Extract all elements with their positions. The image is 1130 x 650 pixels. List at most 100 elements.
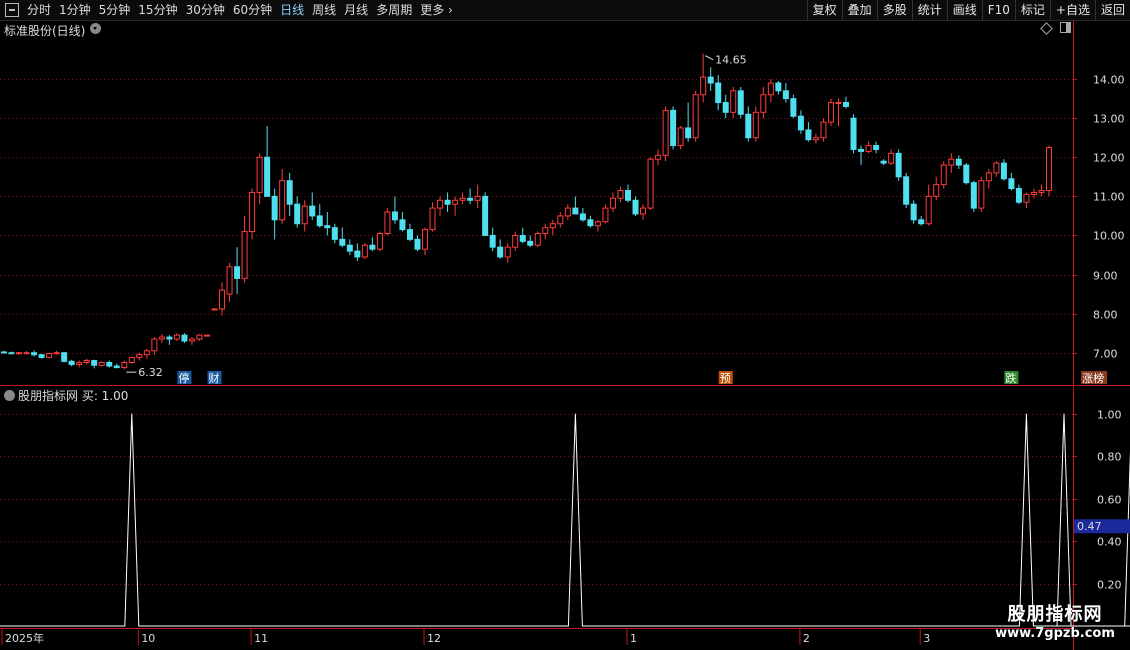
candle <box>339 227 346 248</box>
candle <box>91 359 98 369</box>
candle <box>98 361 105 367</box>
candle <box>617 186 624 203</box>
candle <box>970 180 977 212</box>
candle-body <box>925 195 932 225</box>
candle <box>925 184 932 226</box>
candle <box>933 176 940 201</box>
candle-body <box>865 145 872 152</box>
candle-body <box>632 199 639 215</box>
x-tick-label: 12 <box>427 632 441 645</box>
candle-body <box>670 109 677 147</box>
candle <box>437 196 444 216</box>
candle <box>602 204 609 224</box>
candle-body <box>301 205 308 225</box>
candle <box>587 215 594 228</box>
candle-body <box>106 362 113 367</box>
candle <box>324 212 331 236</box>
candle <box>632 196 639 216</box>
candle-body <box>474 195 481 201</box>
candle <box>166 335 173 345</box>
candle <box>685 102 692 142</box>
candle-body <box>452 199 459 205</box>
candle-body <box>16 352 23 355</box>
candle-body <box>497 246 504 258</box>
candle <box>354 243 361 261</box>
candle-body <box>324 225 331 229</box>
event-marker-label: 跌 <box>1005 371 1016 385</box>
candle <box>241 215 248 283</box>
candle <box>760 86 767 119</box>
candle <box>46 352 53 359</box>
candle-body <box>8 352 15 355</box>
candle-body <box>23 352 30 355</box>
candle <box>76 360 83 368</box>
candle <box>331 223 338 244</box>
candle-body <box>422 229 429 250</box>
candle <box>730 86 737 119</box>
candle <box>346 239 353 255</box>
candle-body <box>76 362 83 365</box>
candle-body <box>294 203 301 225</box>
candle-body <box>775 82 782 92</box>
candle-body <box>429 207 436 231</box>
candle-body <box>188 338 195 342</box>
candle-body <box>234 266 241 279</box>
candle-body <box>647 158 654 209</box>
candle <box>414 235 421 252</box>
candle-body <box>655 154 662 160</box>
candle-body <box>895 152 902 178</box>
y-tick-label: 0.60 <box>1097 494 1122 507</box>
candle-body <box>203 334 210 337</box>
candle <box>249 188 256 240</box>
candle <box>549 219 556 236</box>
event-marker-label: 预 <box>720 372 731 385</box>
candle <box>1046 145 1052 197</box>
candle <box>1015 184 1022 205</box>
candle <box>143 348 150 359</box>
candle <box>963 163 970 185</box>
candle-body <box>286 180 293 205</box>
candle <box>294 196 301 228</box>
candle-body <box>572 207 579 215</box>
candle-body <box>880 160 887 164</box>
candle-body <box>376 233 383 250</box>
candle <box>391 196 398 224</box>
candle-body <box>752 111 759 139</box>
y-tick-label: 0.80 <box>1097 451 1122 464</box>
candle-body <box>482 195 489 236</box>
candle <box>256 153 263 205</box>
candle <box>527 235 534 248</box>
y-tick-label: 1.00 <box>1097 409 1122 422</box>
candle-body <box>1015 188 1022 203</box>
candle <box>512 231 519 252</box>
candle-body <box>617 190 624 199</box>
candle <box>640 204 647 220</box>
candle <box>173 333 180 341</box>
candle <box>211 308 218 311</box>
candle <box>68 359 75 367</box>
candle-body <box>797 115 804 131</box>
candle <box>384 208 391 236</box>
candle-body <box>737 90 744 115</box>
candle-body <box>767 82 774 96</box>
candle <box>812 133 819 144</box>
low-price-label: 6.32 <box>138 366 163 379</box>
candle-body <box>1 351 7 354</box>
candle <box>113 363 120 369</box>
candle-body <box>835 102 842 105</box>
candle-body <box>414 238 421 250</box>
candle <box>38 353 45 359</box>
candle-body <box>256 156 263 193</box>
candle <box>279 169 286 224</box>
candle <box>376 231 383 252</box>
candle-body <box>978 180 985 209</box>
candle-body <box>955 158 962 166</box>
candle-body <box>519 234 526 242</box>
annotation-pointer <box>704 55 714 61</box>
candle <box>286 172 293 216</box>
event-marker-label: 财 <box>209 371 220 385</box>
candle-body <box>444 199 451 205</box>
candle <box>880 159 887 166</box>
candle <box>647 157 654 211</box>
candle <box>203 334 210 337</box>
